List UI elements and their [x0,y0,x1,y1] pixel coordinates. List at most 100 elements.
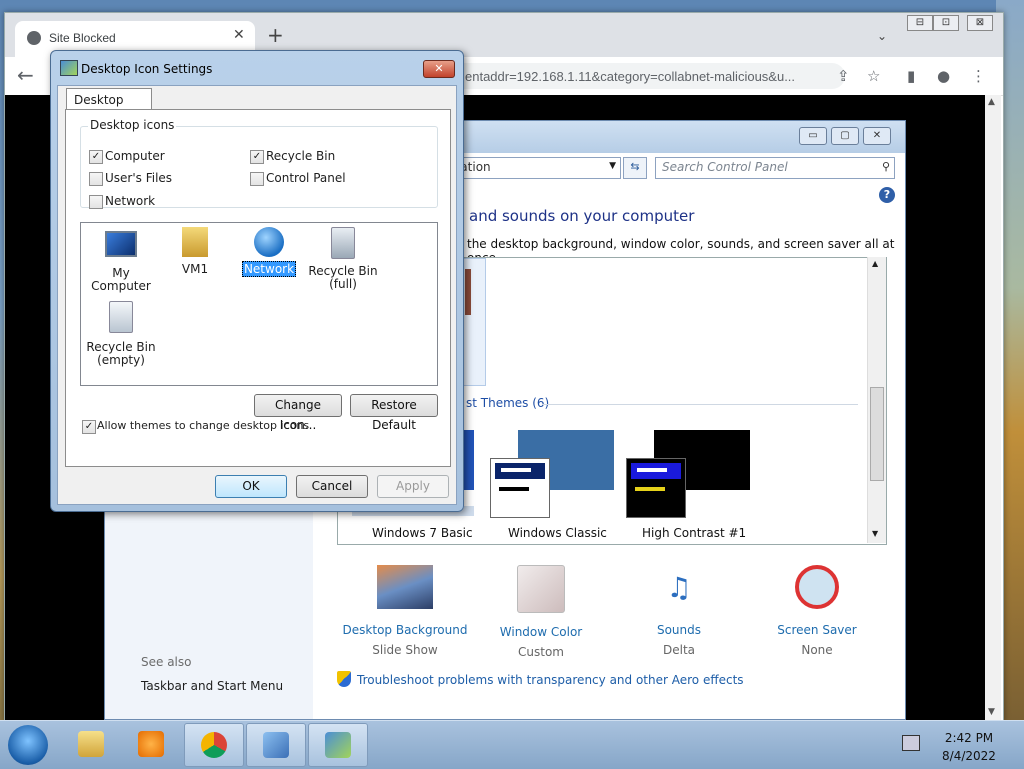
back-arrow-icon[interactable]: ← [17,63,34,87]
minimize-button[interactable]: ⊟ [907,15,933,31]
icon-network[interactable]: Network [229,227,309,277]
checkbox-label: Network [105,194,156,208]
apply-button[interactable]: Apply [377,475,449,498]
tab-panel: Desktop icons ✓ Computer ✓ Recycle Bin U… [65,109,451,467]
icon-vm1[interactable]: VM1 [155,227,235,276]
taskbar: 2:42 PM 8/4/2022 [0,720,1024,769]
no-screen-saver-icon [795,565,839,609]
scroll-up-icon[interactable]: ▲ [988,97,995,107]
network-globe-icon [254,227,284,257]
dialog-body: Desktop Icons Desktop icons ✓ Computer ✓… [57,85,457,505]
checkbox-label: Control Panel [266,171,346,185]
network-tray-icon[interactable] [902,735,920,751]
icon-recycle-bin-full[interactable]: Recycle Bin (full) [303,227,383,291]
computer-checkbox[interactable]: ✓ [89,150,103,164]
folder-icon [78,731,104,757]
profile-avatar-icon[interactable]: ● [937,67,950,85]
scroll-down-icon[interactable]: ▼ [872,529,878,538]
icon-my-computer[interactable]: My Computer [81,227,161,293]
recycle-bin-full-icon [331,227,355,259]
tool-sub: None [801,643,833,657]
taskbar-chrome[interactable] [184,723,244,767]
users-files-checkbox[interactable] [89,172,103,186]
theme-label: Windows Classic [508,526,607,540]
bookmark-star-icon[interactable]: ☆ [867,67,880,85]
recycle-bin-checkbox[interactable]: ✓ [250,150,264,164]
taskbar-start-menu-link[interactable]: Taskbar and Start Menu [141,679,283,693]
desktop-icon-settings-dialog: Desktop Icon Settings ✕ Desktop Icons De… [50,50,464,512]
address-dropdown-icon[interactable]: ▼ [609,161,616,171]
clock-date: 8/4/2022 [942,749,996,763]
group-legend: Desktop icons [88,118,177,132]
checkbox-label: User's Files [105,171,173,185]
network-checkbox[interactable] [89,195,103,209]
scroll-up-icon[interactable]: ▲ [872,259,878,268]
taskbar-desktop-icon-settings[interactable] [308,723,368,767]
taskbar-explorer[interactable] [62,723,120,765]
start-button[interactable] [8,725,48,765]
new-tab-button[interactable]: + [267,25,284,45]
troubleshoot-link[interactable]: Troubleshoot problems with transparency … [357,673,744,687]
themes-scroll-thumb[interactable] [870,387,884,481]
icon-label: Recycle Bin (full) [303,265,383,291]
help-icon[interactable]: ? [879,187,895,203]
page-scrollbar[interactable]: ▲ ▼ [985,95,1001,721]
allow-themes-checkbox[interactable]: ✓ [82,420,96,434]
sounds-tool[interactable]: ♫ Sounds Delta [611,565,747,657]
cp-maximize-button[interactable]: ▢ [831,127,859,145]
section-divider [542,404,858,405]
themes-scrollbar[interactable]: ▲ ▼ [867,257,886,543]
side-panel-icon[interactable]: ▮ [907,67,915,85]
system-clock[interactable]: 2:42 PM 8/4/2022 [930,729,1008,765]
computer-icon [105,231,137,257]
theme-high-contrast-1[interactable] [624,430,754,522]
url-text[interactable]: entaddr=192.168.1.11&category=collabnet-… [465,69,795,84]
tool-label[interactable]: Sounds [611,623,747,637]
dialog-close-button[interactable]: ✕ [423,60,455,78]
window-controls: ⊟ ⊡ ⊠ [907,15,999,31]
share-icon[interactable]: ⇪ [837,67,850,85]
tool-label[interactable]: Screen Saver [749,623,885,637]
kebab-menu-icon[interactable]: ⋮ [971,67,986,85]
tab-search-chevron-icon[interactable]: ⌄ [877,29,887,43]
control-panel-icon [263,732,289,758]
window-color-tool[interactable]: Window Color Custom [473,565,609,659]
desktop-background-tool[interactable]: Desktop Background Slide Show [337,565,473,657]
shield-icon [337,671,351,687]
cp-minimize-button[interactable]: ▭ [799,127,827,145]
tab-desktop-icons[interactable]: Desktop Icons [66,88,152,121]
maximize-button[interactable]: ⊡ [933,15,959,31]
display-settings-icon [325,732,351,758]
music-notes-icon: ♫ [666,571,692,604]
cp-search-placeholder: Search Control Panel [662,160,788,174]
close-button[interactable]: ⊠ [967,15,993,31]
tool-label[interactable]: Window Color [473,625,609,639]
tool-sub: Slide Show [372,643,438,657]
icon-label: VM1 [181,262,209,276]
icon-label-line: (full) [329,277,357,291]
ok-button[interactable]: OK [215,475,287,498]
taskbar-media-player[interactable] [122,723,180,765]
cp-heading: and sounds on your computer [469,207,695,225]
cancel-button[interactable]: Cancel [296,475,368,498]
theme-windows-classic[interactable] [488,430,618,522]
basic-themes-heading: st Themes (6) [466,396,550,410]
refresh-icon[interactable]: ⇆ [623,157,647,179]
tool-sub: Custom [518,645,564,659]
cp-close-button[interactable]: ✕ [863,127,891,145]
cp-search-input[interactable]: Search Control Panel ⚲ [655,157,895,179]
icon-label-line: (empty) [97,353,145,367]
change-icon-button[interactable]: Change Icon... [254,394,342,432]
desktop-icon-list: My Computer VM1 Network Recycle Bin (full… [80,222,438,386]
restore-default-button[interactable]: Restore Default [350,394,438,432]
tab-close-icon[interactable]: ✕ [233,27,245,43]
taskbar-control-panel[interactable] [246,723,306,767]
checkbox-label: Recycle Bin [266,149,336,163]
globe-icon [27,31,41,45]
screen-saver-tool[interactable]: Screen Saver None [749,565,885,657]
icon-recycle-bin-empty[interactable]: Recycle Bin (empty) [81,301,161,367]
control-panel-checkbox[interactable] [250,172,264,186]
search-icon[interactable]: ⚲ [882,160,890,173]
scroll-down-icon[interactable]: ▼ [988,707,995,717]
tool-label[interactable]: Desktop Background [337,623,473,637]
